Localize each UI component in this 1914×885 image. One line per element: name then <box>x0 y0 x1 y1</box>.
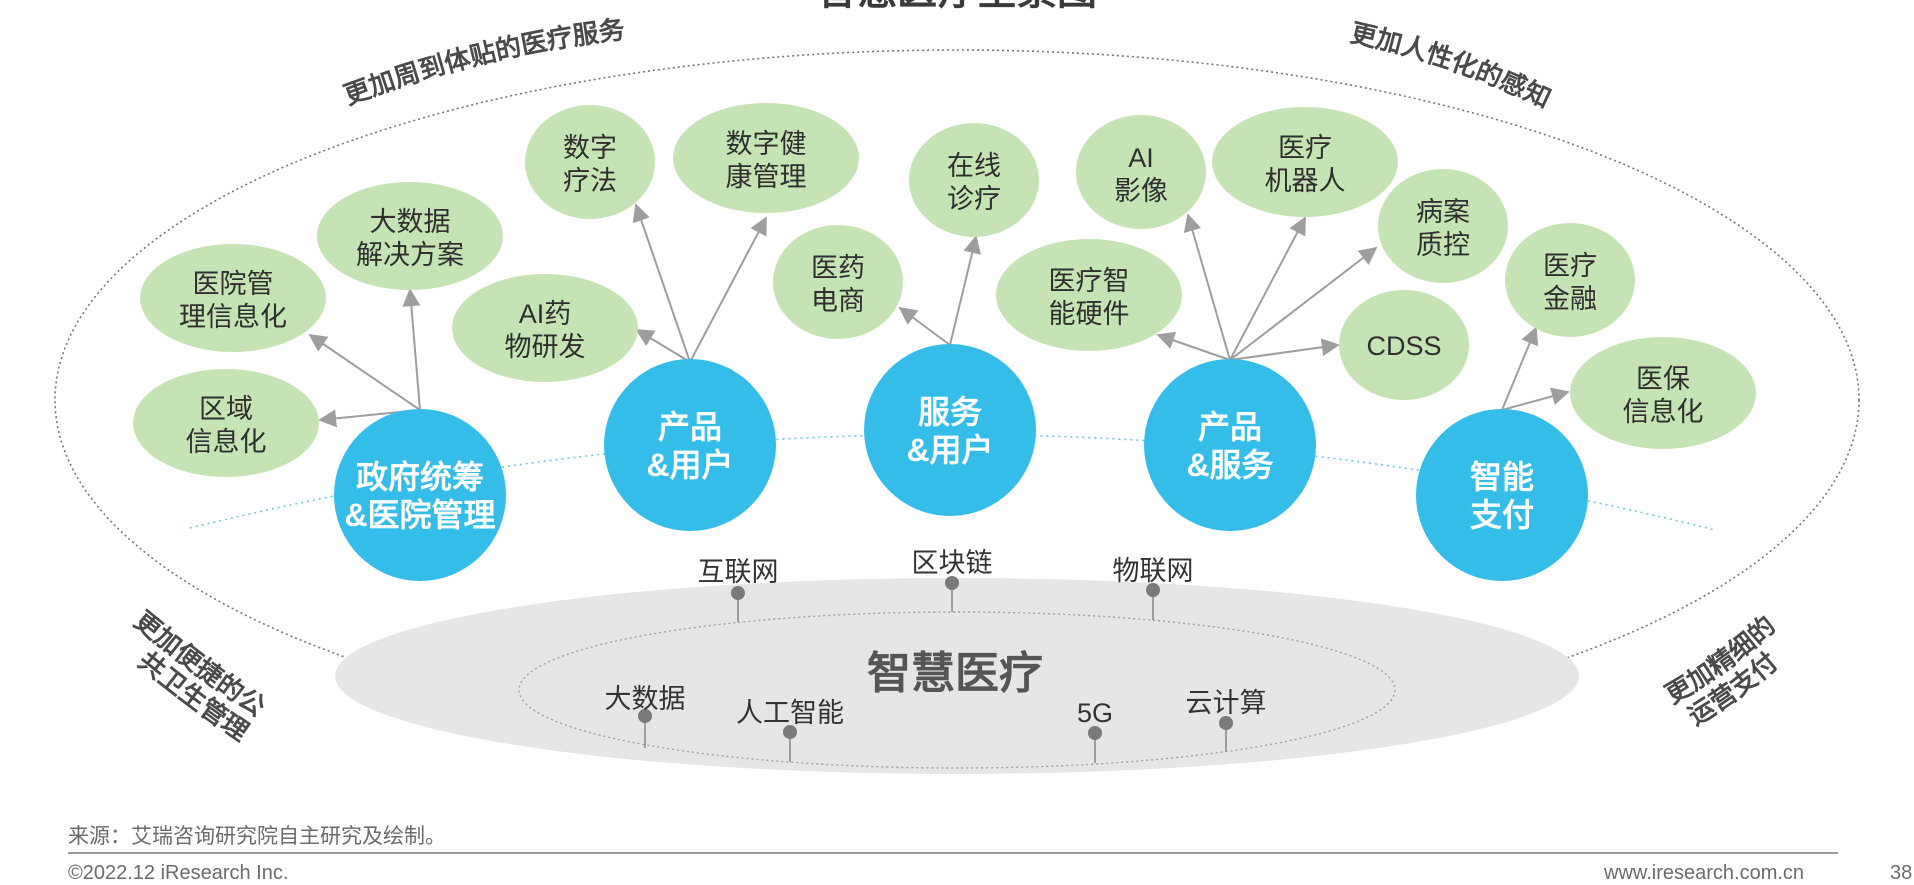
page-number: 38 <box>1890 862 1913 884</box>
tech-label-bigdata: 大数据 <box>605 684 686 714</box>
healthcare-panorama-diagram: 智慧医疗全景图 更加周到体贴的医疗服务 更加人性化的感知 更加便捷的公 共卫生管… <box>54 0 1860 774</box>
slogan-top-right: 更加人性化的感知 <box>1348 17 1556 113</box>
page-title: 智慧医疗全景图 <box>817 0 1097 13</box>
tech-label-iot: 物联网 <box>1113 556 1194 586</box>
tech-label-ai: 人工智能 <box>736 698 844 728</box>
footer-divider <box>68 852 1838 854</box>
slogan-top-left: 更加周到体贴的医疗服务 <box>340 14 626 110</box>
copyright: ©2022.12 iResearch Inc. <box>68 862 289 884</box>
website-link[interactable]: www.iresearch.com.cn <box>1604 862 1804 885</box>
tech-label-cloud: 云计算 <box>1186 688 1267 718</box>
tech-label-internet: 互联网 <box>698 557 779 587</box>
core-label: 智慧医疗 <box>867 649 1043 698</box>
tech-label-5g: 5G <box>1077 698 1113 728</box>
tech-label-blockchain: 区块链 <box>912 548 993 578</box>
source-note: 来源：艾瑞咨询研究院自主研究及绘制。 <box>68 825 446 848</box>
node-label-cdss: CDSS <box>1366 331 1441 361</box>
